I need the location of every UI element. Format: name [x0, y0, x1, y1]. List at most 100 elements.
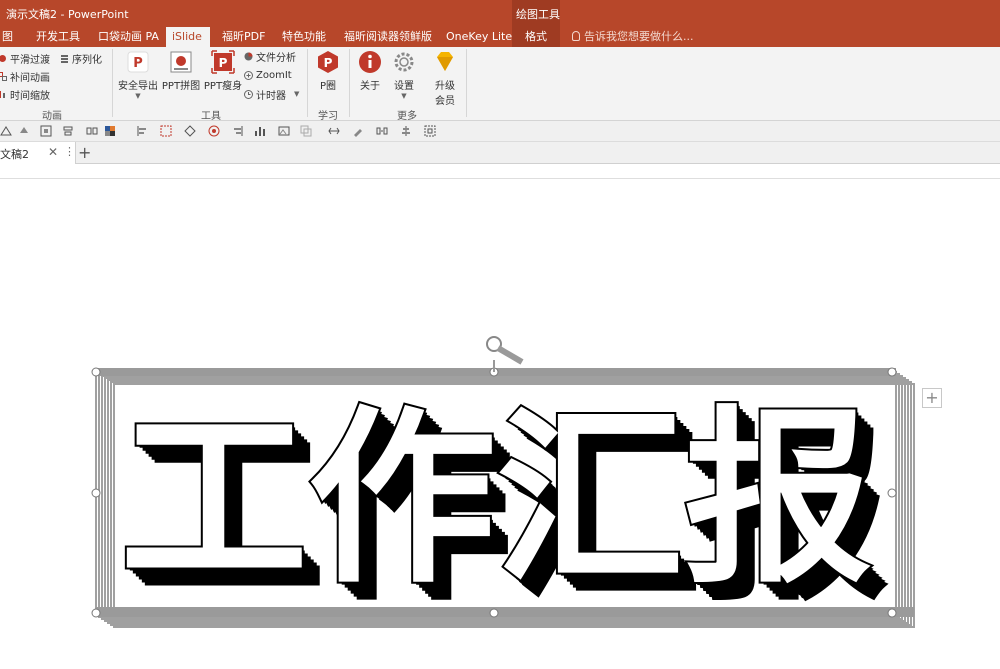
fill-icon[interactable]: [18, 125, 30, 137]
slide-title-text-group: 工作汇报 工作汇报 工作汇报 工作汇报 工作汇报 工作汇报 工作汇报: [118, 388, 890, 627]
align-right-icon[interactable]: [232, 125, 244, 137]
group-label-more: 更多: [397, 111, 417, 122]
align-icon[interactable]: [62, 125, 74, 137]
ppt-slim-label: PPT瘦身: [203, 81, 243, 92]
ppt-collage-icon: [170, 51, 192, 73]
ppt-slim-button[interactable]: P PPT瘦身: [202, 49, 244, 92]
layout-options-button[interactable]: +: [922, 388, 942, 408]
resize-handle[interactable]: [887, 488, 897, 498]
safe-export-label: 安全导出: [118, 81, 158, 92]
picture-icon[interactable]: [278, 125, 290, 137]
smooth-transition-label: 平滑过渡: [10, 54, 50, 66]
sequence-label: 序列化: [72, 54, 102, 66]
group-icon[interactable]: [424, 125, 436, 137]
document-tab-name: 文稿2: [0, 148, 29, 161]
target-icon[interactable]: [208, 125, 220, 137]
diamond-icon: [437, 52, 453, 71]
spacing-icon[interactable]: [376, 125, 388, 137]
bar-chart-icon[interactable]: [254, 125, 266, 137]
sequence-button[interactable]: 序列化: [60, 50, 102, 66]
chevron-down-icon: ▼: [294, 90, 300, 98]
tab-foxit-reader[interactable]: 福昕阅读器领鲜版: [338, 27, 438, 47]
tab-features[interactable]: 特色功能: [276, 27, 332, 47]
time-scale-button[interactable]: 时间缩放: [0, 86, 50, 102]
upgrade-member-button[interactable]: 升级 会员: [428, 49, 462, 107]
tab-foxit-pdf[interactable]: 福昕PDF: [216, 27, 271, 47]
about-button[interactable]: 关于: [355, 49, 385, 92]
distribute-icon[interactable]: [86, 125, 98, 137]
document-tab-row: 文稿2 ✕ ⋮ +: [0, 142, 1000, 164]
svg-text:P: P: [219, 56, 228, 70]
size-icon[interactable]: [160, 125, 172, 137]
pie-chart-icon: [244, 52, 253, 60]
resize-handle[interactable]: [887, 608, 897, 618]
slide-title[interactable]: 工作汇报: [118, 388, 874, 611]
slide-canvas[interactable]: 工作汇报 工作汇报 工作汇报 工作汇报 工作汇报 工作汇报 工作汇报 +: [0, 164, 1000, 669]
smooth-transition-button[interactable]: 平滑过渡: [0, 50, 50, 66]
match-size-icon[interactable]: [328, 125, 340, 137]
zoomit-button[interactable]: ZoomIt: [244, 67, 292, 83]
p-circle-label: P圈: [319, 81, 337, 92]
resize-handle[interactable]: [887, 367, 897, 377]
tell-me-text: 告诉我您想要做什么...: [584, 30, 694, 43]
ribbon-separator: [307, 49, 308, 117]
center-icon[interactable]: [400, 125, 412, 137]
close-icon[interactable]: ✕: [48, 145, 58, 159]
svg-text:P: P: [133, 56, 143, 71]
settings-button[interactable]: 设置 ▼: [389, 49, 419, 100]
rotate-handle-icon[interactable]: [486, 336, 524, 372]
ribbon: 平滑过渡 序列化 补间动画 时间缩放 动画 P 安全导出 ▼ PPT拼图 P P…: [0, 47, 1000, 122]
resize-handle[interactable]: [91, 488, 101, 498]
ppt-collage-button[interactable]: PPT拼图: [160, 49, 202, 92]
shape-icon[interactable]: [0, 125, 12, 137]
color-swatch-icon[interactable]: [104, 125, 116, 137]
align-left-icon[interactable]: [136, 125, 148, 137]
svg-text:P: P: [324, 56, 333, 70]
file-analysis-button[interactable]: 文件分析: [244, 48, 296, 64]
gear-icon: [394, 52, 414, 72]
grid-icon[interactable]: [40, 125, 52, 137]
timer-label: 计时器: [256, 90, 286, 102]
tab-format[interactable]: 格式: [512, 27, 560, 47]
lightbulb-icon: [572, 31, 580, 41]
p-circle-button[interactable]: P P圈: [312, 49, 344, 92]
tab-developer[interactable]: 开发工具: [30, 27, 86, 47]
safe-export-button[interactable]: P 安全导出 ▼: [117, 49, 159, 100]
zoomit-label: ZoomIt: [256, 69, 292, 81]
tab-islide[interactable]: iSlide: [166, 27, 210, 47]
sequence-icon: [61, 54, 68, 63]
document-tab[interactable]: 文稿2 ✕ ⋮: [0, 142, 76, 164]
safe-export-icon: P: [127, 51, 149, 73]
group-label-animation: 动画: [42, 111, 62, 122]
member-label: 会员: [435, 96, 455, 107]
tween-icon: [0, 71, 7, 81]
group-label-tools: 工具: [201, 111, 221, 122]
resize-handle[interactable]: [91, 608, 101, 618]
clock-icon: [244, 89, 253, 99]
tween-animation-label: 补间动画: [10, 72, 50, 84]
slide-drawing: 工作汇报 工作汇报 工作汇报 工作汇报 工作汇报 工作汇报 工作汇报: [91, 336, 915, 628]
context-group-label: 绘图工具: [516, 8, 560, 21]
more-icon[interactable]: ⋮: [64, 145, 75, 158]
timer-button[interactable]: 计时器 ▼: [244, 86, 299, 102]
tab-view[interactable]: 图: [0, 27, 19, 47]
ribbon-separator: [349, 49, 350, 117]
time-scale-icon: [0, 90, 5, 98]
about-label: 关于: [360, 81, 380, 92]
ribbon-separator: [112, 49, 113, 117]
brush-icon[interactable]: [352, 125, 364, 137]
copy-format-icon[interactable]: [300, 125, 312, 137]
add-tab-button[interactable]: +: [78, 143, 91, 162]
resize-handle[interactable]: [91, 367, 101, 377]
resize-handle[interactable]: [489, 608, 499, 618]
tween-animation-button[interactable]: 补间动画: [0, 68, 50, 84]
rotate-icon[interactable]: [184, 125, 196, 137]
title-bar: 演示文稿2 - PowerPoint 绘图工具: [0, 0, 1000, 27]
info-icon: [359, 51, 381, 73]
settings-label: 设置: [394, 81, 414, 92]
tab-pocket-animation[interactable]: 口袋动画 PA: [92, 27, 165, 47]
tell-me-box[interactable]: 告诉我您想要做什么...: [572, 27, 694, 47]
upgrade-label: 升级: [435, 81, 455, 92]
window-title: 演示文稿2 - PowerPoint: [6, 8, 129, 21]
tab-onekey-lite[interactable]: OneKey Lite: [440, 27, 518, 47]
